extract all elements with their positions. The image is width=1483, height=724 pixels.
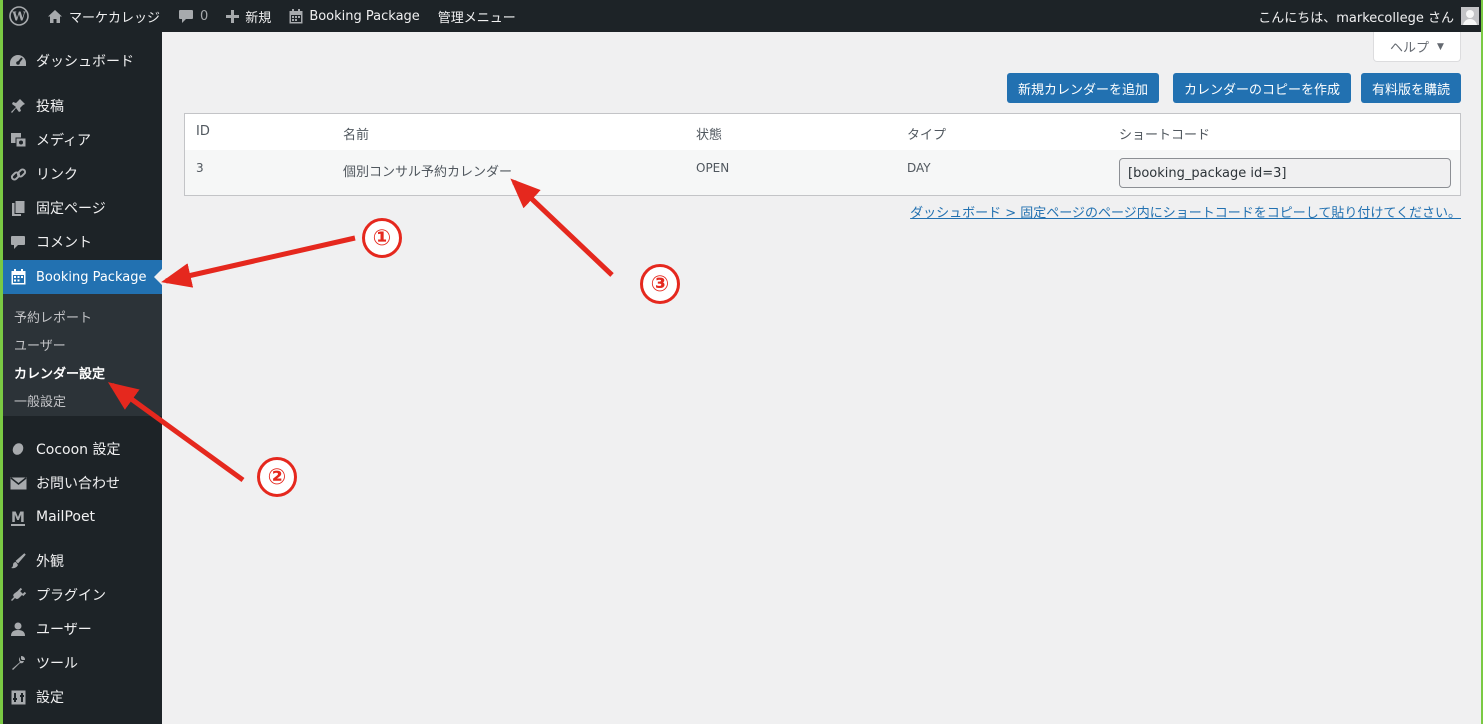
sidebar-item-tools[interactable]: ツール [0, 646, 162, 680]
column-header-id: ID [196, 124, 210, 139]
mail-icon [0, 476, 36, 490]
calendar-icon [0, 269, 36, 285]
sidebar-item-links[interactable]: リンク [0, 157, 162, 191]
sidebar-label-contact: お問い合わせ [36, 476, 120, 492]
svg-text:M: M [11, 510, 25, 526]
booking-submenu: 予約レポート ユーザー カレンダー設定 一般設定 [0, 294, 162, 416]
dashboard-icon [0, 53, 36, 69]
sidebar-item-dashboard[interactable]: ダッシュボード [0, 44, 162, 78]
sidebar-item-users[interactable]: ユーザー [0, 612, 162, 646]
site-name-link[interactable]: マーケカレッジ [38, 0, 169, 32]
help-tab-button[interactable]: ヘルプ ▼ [1373, 32, 1461, 62]
calendar-name[interactable]: 個別コンサル予約カレンダー [343, 161, 512, 180]
sidebar-item-plugins[interactable]: プラグイン [0, 578, 162, 612]
new-content-link[interactable]: 新規 [217, 0, 280, 32]
avatar [1461, 7, 1479, 25]
copy-calendar-button[interactable]: カレンダーのコピーを作成 [1173, 73, 1351, 103]
window-frame [0, 0, 1483, 724]
table-header-row: ID 名前 状態 タイプ ショートコード [185, 114, 1460, 150]
sidebar-item-media[interactable]: メディア [0, 123, 162, 157]
calendar-table: ID 名前 状態 タイプ ショートコード 3 個別コンサル予約カレンダー OPE… [184, 113, 1461, 196]
sidebar-item-contact[interactable]: お問い合わせ [0, 466, 162, 500]
buy-paid-version-button[interactable]: 有料版を購読 [1361, 73, 1461, 103]
booking-package-link[interactable]: Booking Package [280, 0, 428, 32]
mailpoet-icon: M [0, 509, 36, 526]
admin-sidebar: ダッシュボード 投稿 メディア リンク 固定ページ コメント Booking P… [0, 32, 162, 724]
calendar-icon [289, 8, 303, 24]
link-icon [0, 166, 36, 183]
wrench-icon [0, 655, 36, 671]
sidebar-label-appearance: 外観 [36, 554, 64, 570]
sidebar-item-comments[interactable]: コメント [0, 225, 162, 259]
admin-bar: W マーケカレッジ 0 新規 Booking Package 管理メニュー こん… [0, 0, 1483, 32]
wordpress-logo[interactable]: W [0, 0, 38, 32]
help-label: ヘルプ [1390, 41, 1430, 56]
cocoon-icon [0, 442, 36, 456]
sidebar-label-plugins: プラグイン [36, 588, 106, 604]
new-label: 新規 [245, 10, 272, 26]
admin-menu-link[interactable]: 管理メニュー [429, 0, 525, 32]
sidebar-item-cocoon[interactable]: Cocoon 設定 [0, 432, 162, 466]
pushpin-icon [0, 98, 36, 114]
pages-icon [0, 199, 36, 217]
home-icon [47, 9, 63, 24]
comment-icon [178, 9, 194, 24]
sidebar-label-pages: 固定ページ [36, 201, 106, 217]
sidebar-label-mailpoet: MailPoet [36, 509, 96, 525]
annotation-badge-2: ② [257, 457, 297, 497]
sidebar-label-users: ユーザー [36, 622, 92, 638]
submenu-item-reservation-report[interactable]: 予約レポート [14, 307, 92, 326]
svg-text:W: W [11, 10, 26, 24]
sidebar-label-comments: コメント [36, 235, 92, 251]
submenu-item-general-settings[interactable]: 一般設定 [14, 391, 66, 410]
sidebar-label-media: メディア [36, 133, 92, 149]
comments-link[interactable]: 0 [169, 0, 217, 32]
column-header-name: 名前 [343, 128, 370, 143]
sidebar-label-settings: 設定 [36, 690, 64, 706]
submenu-item-users[interactable]: ユーザー [14, 335, 66, 354]
admin-menu-label: 管理メニュー [437, 10, 516, 26]
sidebar-label-posts: 投稿 [36, 99, 64, 115]
booking-package-label: Booking Package [309, 8, 420, 24]
sidebar-item-pages[interactable]: 固定ページ [0, 191, 162, 225]
table-row[interactable]: 3 個別コンサル予約カレンダー OPEN DAY [booking_packag… [185, 150, 1460, 195]
media-icon [0, 132, 36, 148]
arrow-1 [161, 235, 356, 288]
calendar-id: 3 [196, 161, 204, 175]
shortcode-field[interactable]: [booking_package id=3] [1119, 158, 1451, 188]
wordpress-icon: W [9, 6, 29, 26]
column-header-shortcode: ショートコード [1119, 128, 1211, 143]
sidebar-item-appearance[interactable]: 外観 [0, 544, 162, 578]
user-icon [0, 621, 36, 637]
add-calendar-button[interactable]: 新規カレンダーを追加 [1007, 73, 1159, 103]
calendar-type: DAY [907, 161, 931, 175]
sidebar-label-dashboard: ダッシュボード [36, 54, 134, 70]
column-header-type: タイプ [907, 128, 947, 143]
my-account-link[interactable]: こんにちは、markecollege さん [1249, 0, 1483, 32]
column-header-status: 状態 [696, 128, 723, 143]
shortcode-instruction-link[interactable]: ダッシュボード > 固定ページのページ内にショートコードをコピーして貼り付けてく… [910, 202, 1461, 221]
settings-icon [0, 690, 36, 705]
paintbrush-icon [0, 553, 36, 569]
sidebar-item-mailpoet[interactable]: M MailPoet [0, 500, 162, 534]
sidebar-label-cocoon: Cocoon 設定 [36, 442, 121, 458]
comment-icon [0, 235, 36, 250]
caret-down-icon: ▼ [1437, 41, 1444, 52]
annotation-badge-3: ③ [640, 264, 680, 304]
sidebar-label-booking-package: Booking Package [36, 269, 147, 285]
greeting: こんにちは、markecollege さん [1258, 10, 1454, 26]
site-name: マーケカレッジ [69, 10, 161, 26]
plug-icon [0, 587, 36, 603]
sidebar-item-settings[interactable]: 設定 [0, 680, 162, 714]
annotation-badge-1: ① [362, 218, 402, 258]
sidebar-item-booking-package[interactable]: Booking Package [0, 260, 162, 294]
plus-icon [226, 9, 240, 23]
calendar-status: OPEN [696, 161, 730, 175]
comments-count: 0 [200, 8, 209, 24]
submenu-item-calendar-settings[interactable]: カレンダー設定 [14, 363, 105, 382]
sidebar-item-posts[interactable]: 投稿 [0, 89, 162, 123]
annotation-arrows [107, 178, 614, 483]
sidebar-label-links: リンク [36, 167, 78, 183]
sidebar-label-tools: ツール [36, 656, 78, 672]
